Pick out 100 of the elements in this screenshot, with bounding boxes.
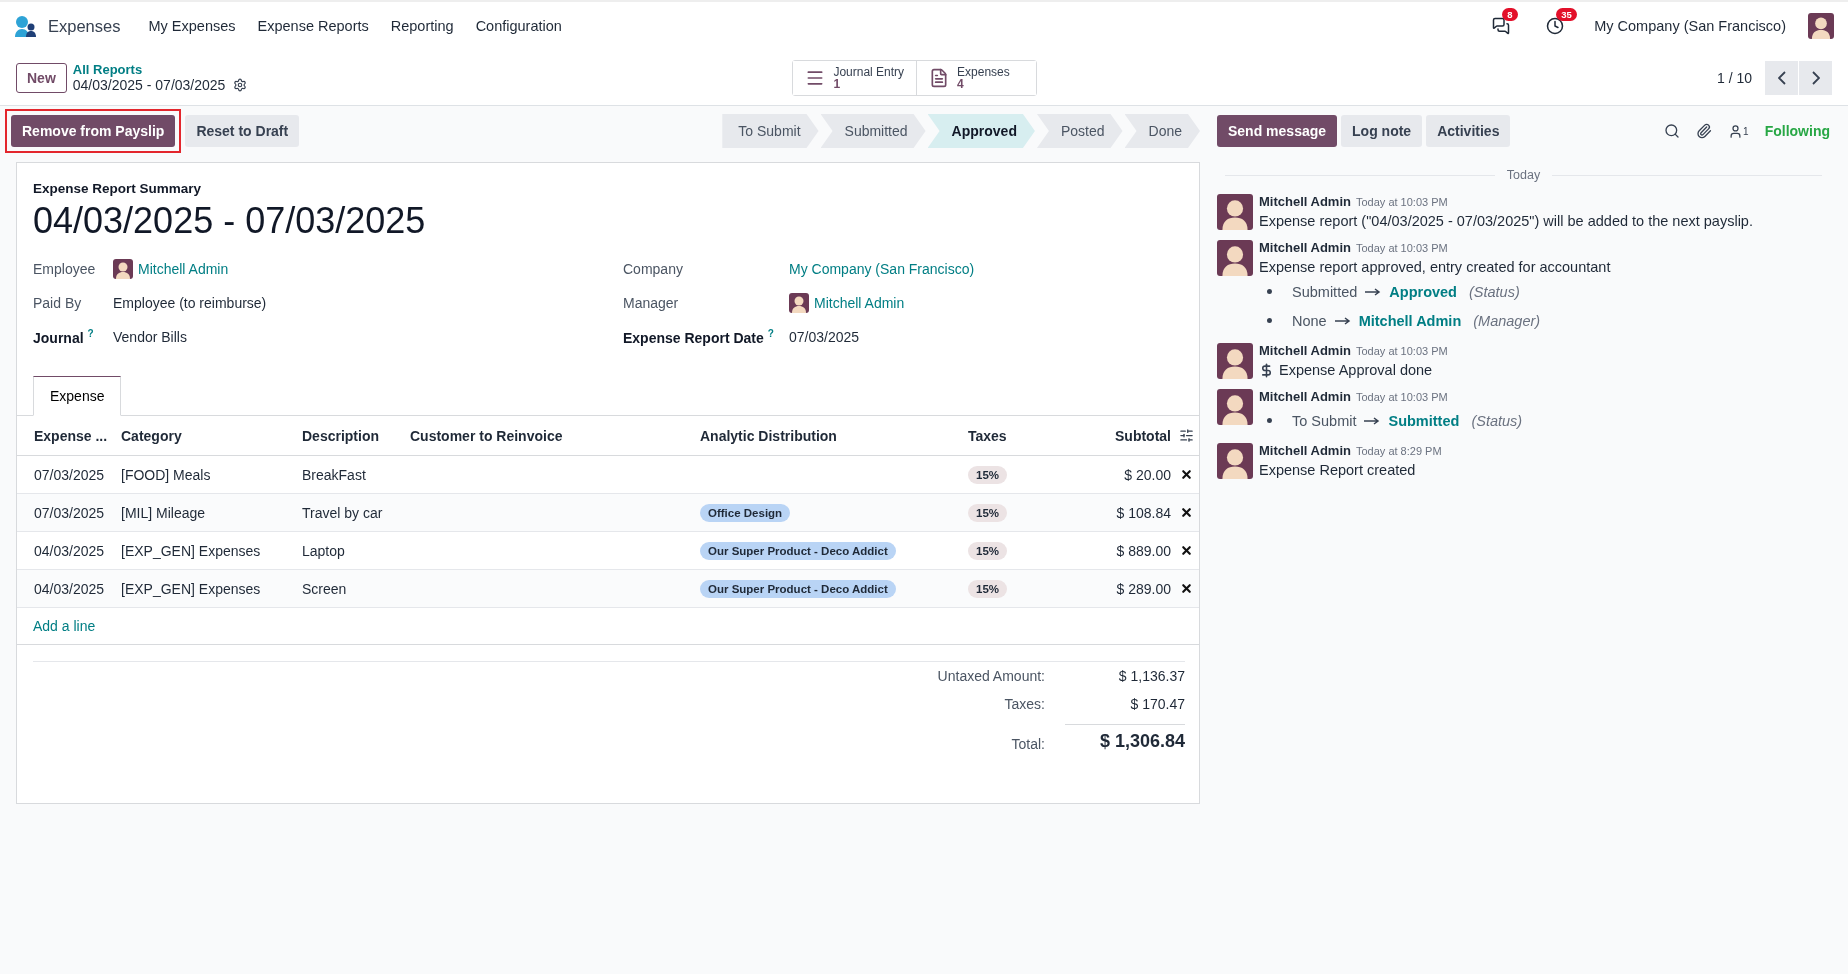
followers-icon[interactable]	[1728, 123, 1744, 139]
table-cell-text: 04/03/2025	[34, 542, 106, 559]
avatar	[789, 293, 809, 313]
field-value: Employee (to reimburse)	[113, 295, 268, 311]
search-icon[interactable]	[1664, 123, 1681, 139]
menu-item[interactable]: Configuration	[475, 18, 562, 34]
arrow-icon	[1364, 416, 1381, 425]
message-author: Mitchell Admin	[1259, 240, 1351, 255]
breadcrumb-link[interactable]: All Reports	[72, 62, 248, 77]
pager-counter: 1 / 10	[1716, 69, 1752, 86]
new-value-link[interactable]: Approved	[1389, 283, 1457, 300]
avatar	[113, 259, 133, 279]
action-button[interactable]: Reset to Draft	[185, 115, 300, 147]
analytic-tag: Our Super Product - Deco Addict	[700, 541, 896, 560]
delete-icon[interactable]	[1179, 582, 1193, 595]
chatter-button[interactable]: Send message	[1217, 115, 1338, 147]
app-name[interactable]: Expenses	[48, 16, 121, 36]
smart-button[interactable]: Journal Entry 1	[793, 60, 918, 95]
column-header[interactable]: Customer to Reinvoice	[410, 427, 700, 444]
new-button[interactable]: New	[16, 62, 67, 93]
column-header[interactable]: Subtotal	[1061, 427, 1171, 444]
field-name: (Manager)	[1473, 312, 1541, 329]
column-settings-icon[interactable]	[1178, 428, 1194, 443]
total-value: $ 1,306.84	[1065, 724, 1185, 752]
menu-item[interactable]: Reporting	[390, 18, 454, 34]
message-author: Mitchell Admin	[1259, 443, 1351, 458]
message-author: Mitchell Admin	[1259, 343, 1351, 358]
status-stage[interactable]: To Submit	[722, 114, 819, 148]
messages-icon[interactable]	[1492, 17, 1511, 35]
count-badge: 8	[1502, 8, 1518, 21]
message-text: Expense report ("04/03/2025 - 07/03/2025") will be added to the next payslip.	[1259, 213, 1753, 229]
message-author: Mitchell Admin	[1259, 194, 1351, 209]
company-name[interactable]: My Company (San Francisco)	[1594, 18, 1786, 34]
avatar	[1217, 194, 1253, 230]
avatar	[1217, 389, 1253, 425]
delete-icon[interactable]	[1179, 506, 1193, 519]
clock-icon[interactable]	[1546, 17, 1565, 35]
field-link[interactable]: Mitchell Admin	[138, 261, 229, 277]
settings-icon[interactable]	[233, 78, 248, 92]
table-cell-text: $ 889.00	[1115, 542, 1171, 559]
status-stage[interactable]: Submitted	[820, 114, 926, 148]
count-badge: 35	[1556, 8, 1577, 21]
message-text: Expense report approved, entry created for accountant	[1259, 259, 1611, 275]
column-header[interactable]: Taxes	[968, 427, 1061, 444]
avatar	[1217, 343, 1253, 379]
status-stage[interactable]: Approved	[927, 114, 1035, 148]
field-link[interactable]: Mitchell Admin	[814, 295, 905, 311]
notebook-tab[interactable]: Expense	[33, 376, 122, 416]
action-button[interactable]: Remove from Payslip	[11, 115, 176, 147]
table-cell-text: [EXP_GEN] Expenses	[121, 580, 262, 597]
arrow-icon	[1365, 287, 1382, 296]
total-label: Total:	[1010, 736, 1046, 752]
status-stage[interactable]: Posted	[1036, 114, 1123, 148]
column-header[interactable]: Category	[121, 427, 302, 444]
field-label: Employee	[33, 261, 97, 277]
table-cell-text: 07/03/2025	[34, 504, 106, 521]
column-header[interactable]: Description	[302, 427, 410, 444]
menu-item[interactable]: Expense Reports	[257, 18, 369, 34]
delete-icon[interactable]	[1179, 544, 1193, 557]
column-header[interactable]: Analytic Distribution	[700, 427, 968, 444]
paperclip-icon[interactable]	[1696, 123, 1713, 139]
tax-tag: 15%	[968, 541, 1008, 560]
field-label: Manager	[623, 295, 680, 311]
field-name: (Status)	[1471, 412, 1523, 429]
previous-button[interactable]	[1765, 60, 1798, 95]
field-value: Vendor Bills	[113, 329, 188, 345]
dollar-icon	[1259, 362, 1274, 378]
field-value: 07/03/2025	[789, 329, 861, 345]
total-label: Untaxed Amount:	[936, 668, 1046, 684]
add-line-link[interactable]: Add a line	[17, 608, 1199, 645]
message-time: Today at 10:03 PM	[1355, 345, 1448, 357]
tax-tag: 15%	[968, 503, 1008, 522]
table-cell-text: [MIL] Mileage	[121, 504, 207, 521]
chatter-button[interactable]: Activities	[1426, 115, 1511, 147]
bullet-dot	[1267, 318, 1272, 323]
message-text: Expense Report created	[1259, 462, 1417, 478]
total-value: $ 1,136.37	[1117, 668, 1185, 684]
new-value-link[interactable]: Mitchell Admin	[1358, 312, 1462, 329]
table-cell-text: 04/03/2025	[34, 580, 106, 597]
status-stage[interactable]: Done	[1124, 114, 1200, 148]
message-time: Today at 10:03 PM	[1355, 196, 1448, 208]
analytic-tag: Our Super Product - Deco Addict	[700, 579, 896, 598]
field-link[interactable]: My Company (San Francisco)	[789, 261, 1199, 277]
menu-item[interactable]: My Expenses	[148, 18, 236, 34]
old-value: Submitted	[1292, 283, 1358, 300]
chevron-right-icon	[1811, 70, 1820, 85]
chatter-button[interactable]: Log note	[1341, 115, 1423, 147]
delete-icon[interactable]	[1179, 468, 1193, 481]
arrow-icon	[1334, 316, 1351, 325]
message-time: Today at 10:03 PM	[1355, 391, 1448, 403]
follower-count: 1	[1743, 125, 1749, 137]
document-icon	[929, 67, 950, 88]
record-name: 04/03/2025 - 07/03/2025	[72, 77, 226, 93]
column-header[interactable]: Expense ...	[34, 427, 121, 444]
message-text: Expense Approval done	[1279, 362, 1433, 378]
next-button[interactable]	[1799, 60, 1832, 95]
table-cell-text: [EXP_GEN] Expenses	[121, 542, 262, 559]
table-cell-text: 07/03/2025	[34, 466, 106, 483]
app-logo-icon	[14, 15, 38, 37]
new-value-link[interactable]: Submitted	[1388, 412, 1460, 429]
